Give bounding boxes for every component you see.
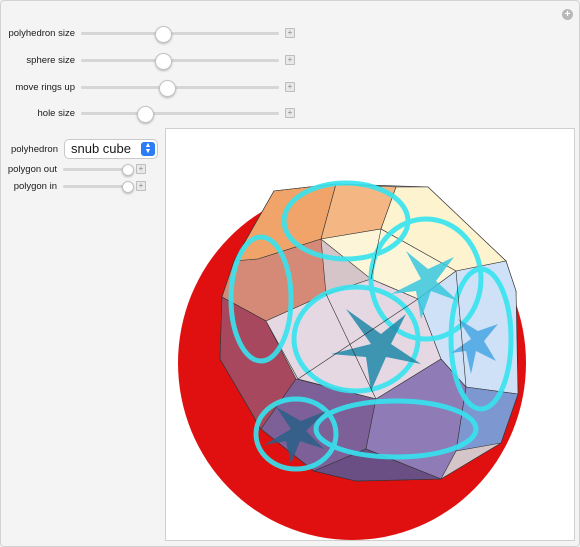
plus-square-icon[interactable]: + <box>136 164 146 174</box>
slider-label: polygon out <box>7 163 57 175</box>
hole-size-slider[interactable] <box>81 105 279 123</box>
slider-row-polyhedron-size: polyhedron size + <box>1 24 295 43</box>
updown-chevron-icon: ▲ ▼ <box>141 142 155 156</box>
polygon-out-slider[interactable] <box>63 164 134 176</box>
polyhedron-size-slider[interactable] <box>81 25 279 43</box>
slider-label: polyhedron size <box>8 27 75 39</box>
slider-thumb[interactable] <box>154 52 172 70</box>
slider-label: move rings up <box>15 81 75 93</box>
slider-row-move-rings-up: move rings up + <box>1 78 295 97</box>
plus-square-icon[interactable]: + <box>285 82 295 92</box>
polyhedron-select-value: snub cube <box>71 141 131 156</box>
polyhedron-render[interactable] <box>166 129 574 540</box>
polyhedron-select-row: polyhedron snub cube ▲ ▼ <box>1 138 158 160</box>
move-rings-up-slider[interactable] <box>81 79 279 97</box>
polygon-in-slider[interactable] <box>63 181 134 193</box>
slider-row-sphere-size: sphere size + <box>1 51 295 70</box>
polyhedron-label: polyhedron <box>10 143 58 155</box>
slider-thumb[interactable] <box>154 25 172 43</box>
demo-panel: + polyhedron size + sphere size + move r… <box>0 0 580 547</box>
plus-square-icon[interactable]: + <box>285 28 295 38</box>
slider-label: hole size <box>37 107 76 119</box>
slider-thumb[interactable] <box>136 105 154 123</box>
slider-label: polygon in <box>13 180 57 192</box>
plus-circle-icon[interactable]: + <box>562 9 573 20</box>
slider-thumb[interactable] <box>121 164 134 176</box>
plus-square-icon[interactable]: + <box>136 181 146 191</box>
slider-row-polygon-out: polygon out + <box>1 160 146 178</box>
polyhedron-select[interactable]: snub cube ▲ ▼ <box>64 139 158 159</box>
slider-row-hole-size: hole size + <box>1 104 295 123</box>
plus-square-icon[interactable]: + <box>285 108 295 118</box>
slider-row-polygon-in: polygon in + <box>1 177 146 195</box>
graphics-3d-view[interactable] <box>165 128 575 541</box>
slider-thumb[interactable] <box>121 181 134 193</box>
plus-square-icon[interactable]: + <box>285 55 295 65</box>
slider-thumb[interactable] <box>158 79 176 97</box>
sphere-size-slider[interactable] <box>81 52 279 70</box>
slider-label: sphere size <box>26 54 75 66</box>
